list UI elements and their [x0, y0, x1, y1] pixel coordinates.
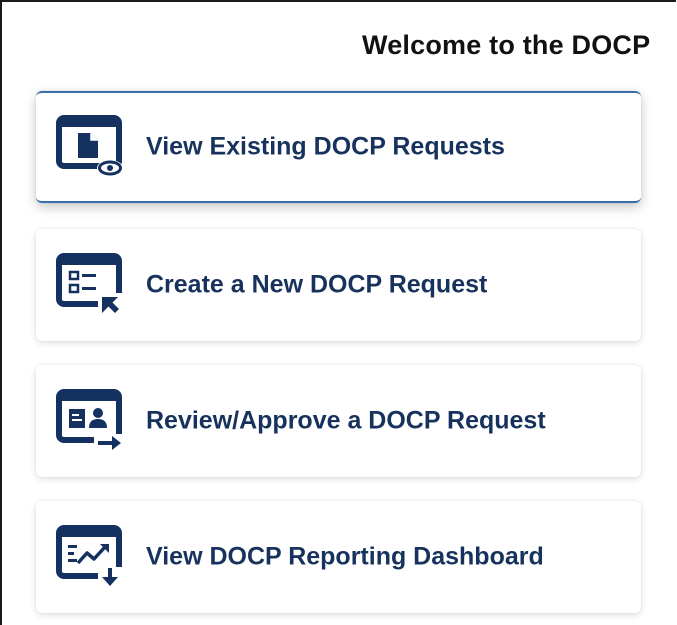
contact-card-arrow-icon: [56, 389, 124, 453]
form-cursor-icon: [56, 253, 124, 317]
create-new-request-button[interactable]: Create a New DOCP Request: [36, 229, 641, 341]
review-approve-request-label: Review/Approve a DOCP Request: [146, 406, 546, 435]
app-frame: Welcome to the DOCP View Existing DOCP R…: [0, 0, 676, 625]
view-existing-requests-button[interactable]: View Existing DOCP Requests: [36, 91, 641, 203]
chart-download-icon: [56, 525, 124, 589]
document-view-icon: [56, 115, 123, 176]
create-new-request-label: Create a New DOCP Request: [146, 270, 488, 299]
view-reporting-dashboard-label: View DOCP Reporting Dashboard: [146, 542, 544, 571]
view-existing-requests-label: View Existing DOCP Requests: [146, 132, 505, 161]
page-title: Welcome to the DOCP: [362, 30, 651, 60]
view-reporting-dashboard-button[interactable]: View DOCP Reporting Dashboard: [36, 501, 641, 613]
review-approve-request-button[interactable]: Review/Approve a DOCP Request: [36, 365, 641, 477]
